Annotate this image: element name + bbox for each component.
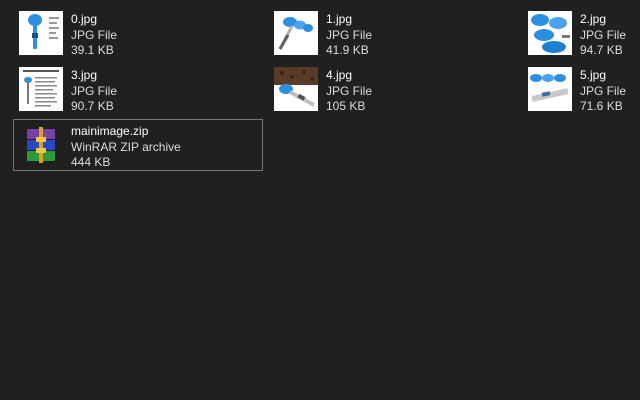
file-name: 0.jpg (71, 12, 98, 26)
file-size: 39.1 KB (71, 43, 114, 57)
file-type: WinRAR ZIP archive (71, 139, 181, 154)
file-type: JPG File (326, 83, 373, 98)
file-type: JPG File (580, 27, 627, 42)
file-size: 90.7 KB (71, 99, 114, 113)
file-size: 105 KB (326, 99, 366, 113)
file-item-0-jpg[interactable]: 0.jpg JPG File 39.1 KB (13, 7, 263, 59)
file-name: 5.jpg (580, 68, 607, 82)
file-type: JPG File (580, 83, 627, 98)
winrar-archive-icon (17, 123, 65, 167)
file-size: 94.7 KB (580, 43, 623, 57)
image-thumbnail-icon (272, 11, 320, 55)
file-type: JPG File (71, 27, 118, 42)
file-item-mainimage-zip[interactable]: mainimage.zip WinRAR ZIP archive 444 KB (13, 119, 263, 171)
image-thumbnail-icon (526, 11, 574, 55)
file-item-5-jpg[interactable]: 5.jpg JPG File 71.6 KB (522, 63, 640, 115)
file-size: 71.6 KB (580, 99, 623, 113)
file-item-2-jpg[interactable]: 2.jpg JPG File 94.7 KB (522, 7, 640, 59)
file-name: 1.jpg (326, 12, 353, 26)
image-thumbnail-icon (17, 11, 65, 55)
file-size: 41.9 KB (326, 43, 369, 57)
file-item-3-jpg[interactable]: 3.jpg JPG File 90.7 KB (13, 63, 263, 115)
file-grid: 0.jpg JPG File 39.1 KB 1.jpg JPG File 41… (0, 0, 640, 400)
file-name: 4.jpg (326, 68, 353, 82)
file-name: 3.jpg (71, 68, 98, 82)
file-size: 444 KB (71, 155, 111, 169)
file-name: 2.jpg (580, 12, 607, 26)
file-item-4-jpg[interactable]: 4.jpg JPG File 105 KB (268, 63, 518, 115)
image-thumbnail-icon (272, 67, 320, 111)
image-thumbnail-icon (526, 67, 574, 111)
file-name: mainimage.zip (71, 124, 149, 138)
image-thumbnail-icon (17, 67, 65, 111)
file-type: JPG File (71, 83, 118, 98)
file-item-1-jpg[interactable]: 1.jpg JPG File 41.9 KB (268, 7, 518, 59)
file-type: JPG File (326, 27, 373, 42)
